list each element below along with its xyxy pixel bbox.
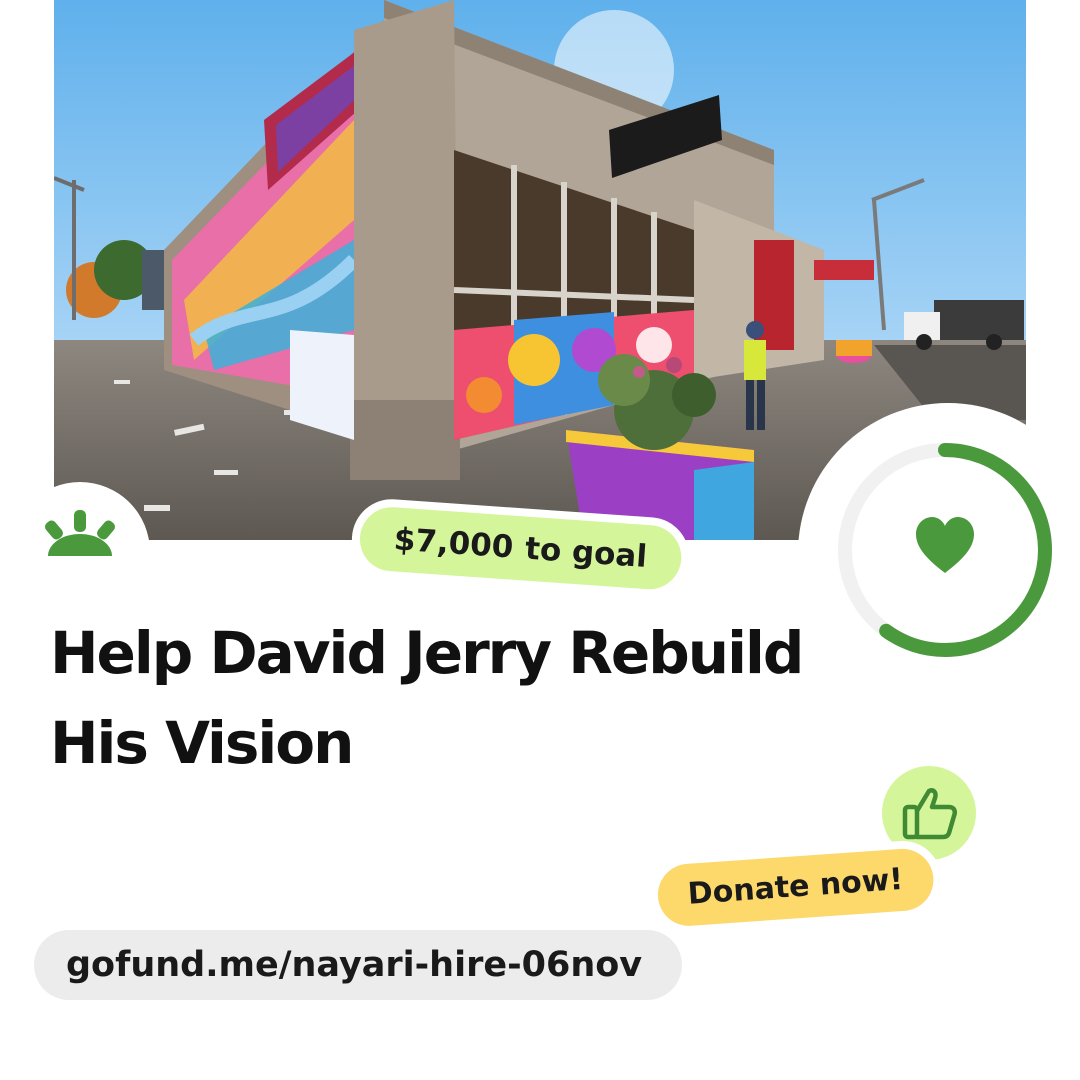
donate-now-button[interactable]: Donate now!	[655, 846, 936, 928]
gofundme-sunrise-logo-icon	[45, 510, 115, 556]
progress-ring	[798, 403, 1080, 703]
goal-amount: $7,000	[392, 521, 515, 566]
heart-icon	[916, 517, 974, 573]
fundraiser-card: $7,000 to goal Help David Jerry Rebuild H…	[0, 0, 1080, 1080]
campaign-title: Help David Jerry Rebuild His Vision	[50, 619, 804, 777]
fundraiser-link[interactable]: gofund.me/nayari-hire-06nov	[34, 930, 683, 1000]
thumbs-up-icon	[902, 788, 958, 840]
thumbs-up-badge	[882, 766, 976, 860]
goal-suffix: to goal	[523, 530, 649, 576]
